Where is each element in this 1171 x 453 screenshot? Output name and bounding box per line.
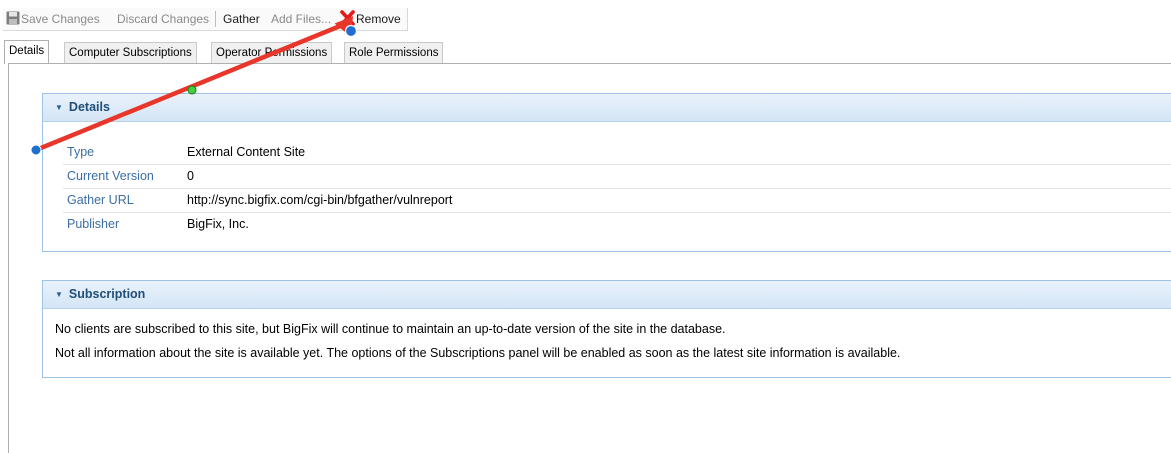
subscription-panel: ▼ Subscription No clients are subscribed … bbox=[42, 280, 1171, 378]
subscription-message: Not all information about the site is av… bbox=[55, 346, 901, 360]
detail-row-gather-url: Gather URL http://sync.bigfix.com/cgi-bi… bbox=[63, 189, 1163, 211]
detail-label: Gather URL bbox=[67, 193, 134, 207]
detail-label: Current Version bbox=[67, 169, 154, 183]
tab-computer-subscriptions[interactable]: Computer Subscriptions bbox=[64, 42, 197, 63]
add-files-button[interactable]: Add Files... bbox=[271, 10, 331, 28]
discard-changes-button[interactable]: Discard Changes bbox=[117, 10, 209, 28]
detail-value: 0 bbox=[187, 169, 194, 183]
tab-bar: Details Computer Subscriptions Operator … bbox=[0, 40, 1171, 64]
save-changes-button[interactable]: Save Changes bbox=[21, 10, 100, 28]
detail-row-publisher: Publisher BigFix, Inc. bbox=[63, 213, 1163, 235]
detail-value: External Content Site bbox=[187, 145, 306, 159]
detail-label: Publisher bbox=[67, 217, 120, 231]
subscription-panel-header[interactable]: ▼ Subscription bbox=[43, 281, 1171, 309]
detail-label: Type bbox=[67, 145, 95, 159]
details-panel: ▼ Details Type External Content Site Curr… bbox=[42, 93, 1171, 252]
subscription-message: No clients are subscribed to this site, … bbox=[55, 322, 726, 336]
toolbar: Save Changes Discard Changes Gather Add … bbox=[0, 0, 1171, 34]
tab-role-permissions[interactable]: Role Permissions bbox=[344, 42, 444, 63]
detail-row-current-version: Current Version 0 bbox=[63, 165, 1163, 187]
gather-button[interactable]: Gather bbox=[223, 10, 260, 28]
detail-value: http://sync.bigfix.com/cgi-bin/bfgather/… bbox=[187, 193, 453, 207]
tab-operator-permissions[interactable]: Operator Permissions bbox=[211, 42, 333, 63]
collapse-triangle-icon: ▼ bbox=[55, 290, 63, 299]
collapse-triangle-icon: ▼ bbox=[55, 103, 63, 112]
save-icon bbox=[6, 11, 20, 25]
details-panel-header[interactable]: ▼ Details bbox=[43, 94, 1171, 122]
tab-details[interactable]: Details bbox=[4, 40, 50, 64]
remove-x-icon bbox=[340, 10, 355, 26]
detail-row-type: Type External Content Site bbox=[63, 141, 1163, 163]
toolbar-separator bbox=[215, 11, 216, 27]
remove-button-label: Remove bbox=[356, 12, 401, 26]
details-panel-title: Details bbox=[68, 100, 110, 114]
detail-value: BigFix, Inc. bbox=[187, 217, 249, 231]
subscription-panel-title: Subscription bbox=[68, 287, 146, 301]
